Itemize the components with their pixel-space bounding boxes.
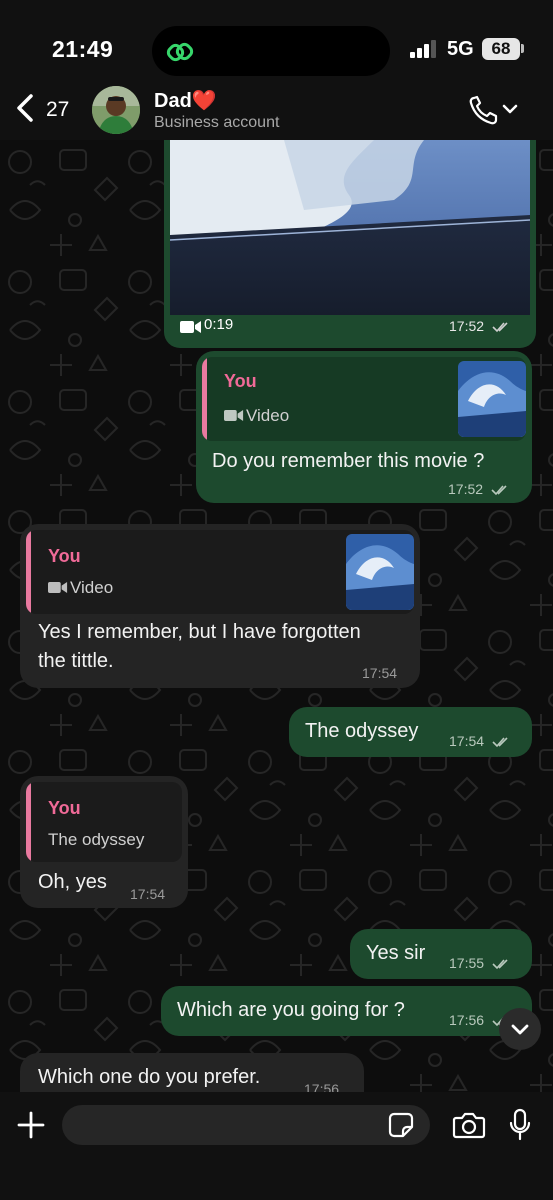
chat-area[interactable]: 0:19 17:52 You Video Do you remember thi…: [0, 140, 553, 1092]
contact-subtitle: Business account: [154, 114, 280, 131]
message-text: Do you remember this movie ?: [212, 450, 485, 472]
sticker-icon[interactable]: [388, 1112, 414, 1138]
message-text: Oh, yes: [38, 871, 107, 893]
quote-label: The odyssey: [48, 830, 145, 849]
incoming-message[interactable]: You Video Yes I remember, but I have for…: [20, 524, 420, 688]
read-ticks-icon: [491, 485, 507, 496]
message-text-line: the tittle.: [38, 650, 114, 672]
quoted-message[interactable]: You Video: [26, 530, 414, 614]
message-meta: 17:54: [449, 733, 512, 749]
message-time: 17:54: [449, 733, 485, 749]
incoming-message[interactable]: Which one do you prefer. 17:56: [20, 1053, 364, 1092]
network-type: 5G: [447, 38, 474, 60]
video-duration: 0:19: [204, 316, 234, 333]
quote-author: You: [48, 798, 81, 818]
signal-icon: [410, 40, 436, 58]
outgoing-message[interactable]: The odyssey 17:54: [289, 707, 532, 757]
back-chevron-icon[interactable]: [14, 90, 38, 126]
message-meta: 17:52: [448, 481, 511, 497]
message-text-line: Yes I remember, but I have forgotten: [38, 621, 361, 643]
status-bar: 21:49 5G 68: [0, 0, 553, 82]
battery-icon: 68: [482, 38, 520, 60]
message-input[interactable]: [62, 1105, 430, 1145]
quoted-message[interactable]: You Video: [202, 357, 526, 441]
quote-thumbnail: [346, 534, 414, 610]
quoted-message[interactable]: You The odyssey: [26, 782, 182, 862]
contact-name[interactable]: Dad❤️: [154, 88, 217, 113]
message-time: 17:56: [304, 1081, 340, 1092]
incoming-message[interactable]: You The odyssey Oh, yes 17:54: [20, 776, 188, 908]
status-time: 21:49: [52, 36, 114, 62]
message-text: Yes sir: [366, 942, 426, 964]
video-camera-icon: [180, 321, 201, 333]
message-time: 17:54: [362, 665, 398, 681]
plus-icon[interactable]: [16, 1110, 46, 1140]
quote-accent-bar: [202, 357, 207, 441]
phone-icon[interactable]: [468, 94, 522, 126]
read-ticks-icon: [492, 322, 508, 333]
quote-accent-bar: [26, 782, 31, 862]
microphone-icon[interactable]: [508, 1108, 532, 1142]
message-meta: 17:55: [449, 955, 512, 971]
scroll-to-bottom-button[interactable]: [499, 1008, 541, 1050]
avatar[interactable]: [92, 86, 140, 134]
read-ticks-icon: [492, 737, 508, 748]
outgoing-message[interactable]: Which are you going for ? 17:56: [161, 986, 532, 1036]
quote-author: You: [224, 371, 257, 391]
link-icon: [166, 42, 194, 62]
video-camera-icon: [224, 410, 244, 421]
read-ticks-icon: [492, 959, 508, 970]
quote-thumbnail: [458, 361, 526, 437]
message-time: 17:55: [449, 955, 485, 971]
message-text: The odyssey: [305, 720, 419, 742]
quote-author: You: [48, 546, 81, 566]
video-message[interactable]: 0:19 17:52: [164, 140, 536, 348]
unread-count[interactable]: 27: [46, 98, 69, 122]
chevron-down-icon: [511, 1024, 529, 1035]
camera-icon[interactable]: [452, 1110, 486, 1140]
outgoing-message[interactable]: You Video Do you remember this movie ? 1…: [196, 351, 532, 503]
message-text: Which are you going for ?: [177, 999, 405, 1021]
avatar-image-icon: [92, 86, 140, 134]
message-meta: 17:52: [449, 318, 512, 334]
outgoing-message[interactable]: Yes sir 17:55: [350, 929, 532, 979]
message-time: 17:52: [448, 481, 484, 497]
battery-tip: [521, 44, 524, 53]
message-time: 17:56: [449, 1012, 485, 1028]
chat-header: 27 Dad❤️ Business account: [0, 82, 553, 140]
message-text: Which one do you prefer.: [38, 1066, 261, 1088]
video-camera-icon: [48, 582, 68, 593]
message-time: 17:52: [449, 318, 485, 334]
message-composer: [0, 1092, 553, 1200]
quote-label: Video: [70, 578, 114, 597]
dynamic-island: [152, 26, 390, 76]
message-time: 17:54: [130, 886, 166, 902]
quote-accent-bar: [26, 530, 31, 614]
quote-label: Video: [246, 406, 290, 425]
